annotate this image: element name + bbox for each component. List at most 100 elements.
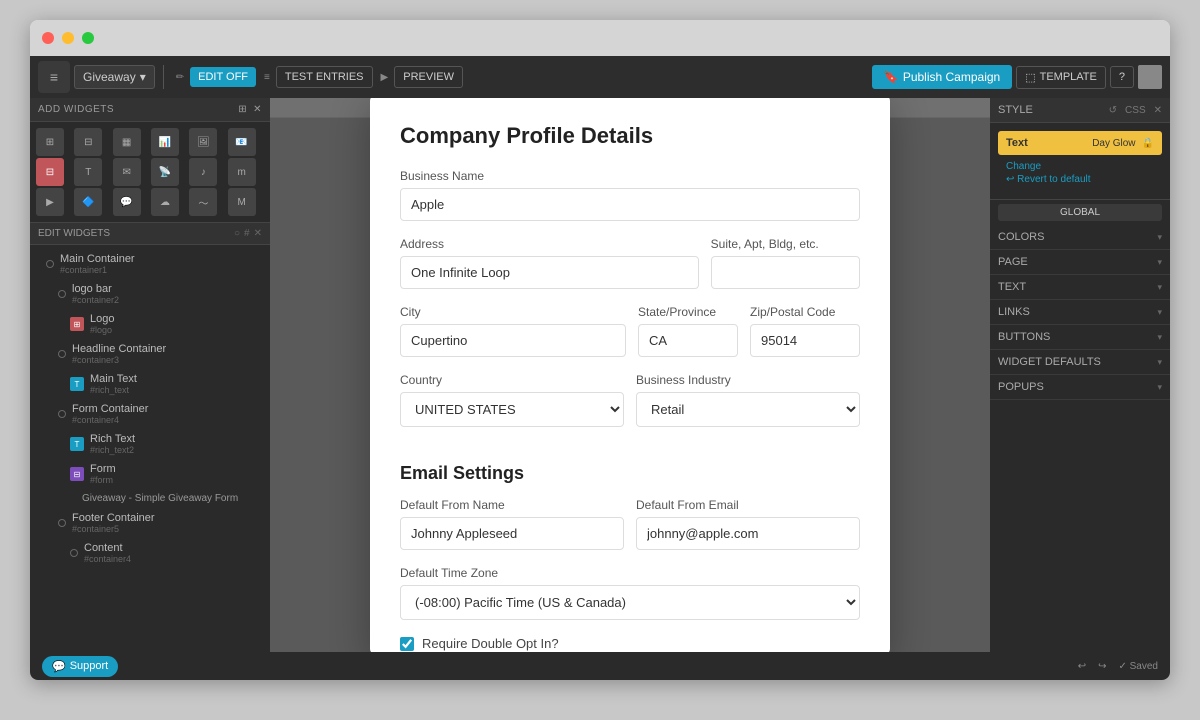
layer-id: #container5 <box>72 524 262 534</box>
text-widget-icon: T <box>70 377 84 391</box>
timezone-select[interactable]: (-08:00) Pacific Time (US & Canada) (-07… <box>400 585 860 620</box>
industry-select[interactable]: Retail Technology Healthcare Finance Edu… <box>636 392 860 427</box>
chevron-down-icon: ▾ <box>140 70 146 84</box>
support-button[interactable]: 💬 Support <box>42 656 118 677</box>
widget-item-form[interactable]: ⊟ <box>36 158 64 186</box>
layer-name: Giveaway - Simple Giveaway Form <box>82 493 262 504</box>
widget-item[interactable]: 🔷 <box>74 188 102 216</box>
text-section[interactable]: TEXT ▾ <box>990 275 1170 300</box>
app-logo[interactable]: ≡ <box>38 61 70 93</box>
layer-name: Form <box>90 463 262 475</box>
page-section[interactable]: PAGE ▾ <box>990 250 1170 275</box>
layer-form-container[interactable]: Form Container #container4 <box>30 399 270 429</box>
layer-main-text[interactable]: T Main Text #rich_text <box>30 369 270 399</box>
layer-form[interactable]: ⊟ Form #form <box>30 459 270 489</box>
layer-info: Form Container #container4 <box>72 403 262 425</box>
modal-title: Company Profile Details <box>400 123 860 149</box>
close-icon[interactable]: ✕ <box>1154 105 1162 116</box>
zip-input[interactable] <box>750 324 860 357</box>
page-label: PAGE <box>998 256 1028 268</box>
state-input[interactable] <box>638 324 738 357</box>
widget-item[interactable]: ▶ <box>36 188 64 216</box>
css-icon[interactable]: CSS <box>1125 105 1146 116</box>
popups-section[interactable]: POPUPS ▾ <box>990 375 1170 400</box>
colors-section[interactable]: COLORS ▾ <box>990 225 1170 250</box>
layer-name: Rich Text <box>90 433 262 445</box>
country-select[interactable]: UNITED STATES CANADA UNITED KINGDOM AUST… <box>400 392 624 427</box>
menu-icon: ≡ <box>50 69 58 85</box>
business-name-label: Business Name <box>400 169 860 183</box>
redo-button[interactable]: ↪ <box>1098 661 1106 672</box>
help-button[interactable]: ? <box>1110 66 1134 88</box>
widget-item[interactable]: 💬 <box>113 188 141 216</box>
from-name-input[interactable] <box>400 517 624 550</box>
timezone-group: Default Time Zone (-08:00) Pacific Time … <box>400 566 860 620</box>
city-input[interactable] <box>400 324 626 357</box>
widget-defaults-section[interactable]: WIDGET DEFAULTS ▾ <box>990 350 1170 375</box>
widget-item[interactable]: 📧 <box>228 128 256 156</box>
widget-item[interactable]: m <box>228 158 256 186</box>
preview-button[interactable]: PREVIEW <box>394 66 463 88</box>
revert-link[interactable]: ↩ Revert to default <box>1006 174 1154 185</box>
widget-item[interactable]: ♪ <box>189 158 217 186</box>
layer-toggle-icon <box>70 549 78 557</box>
template-button[interactable]: ⬚ TEMPLATE <box>1016 66 1106 89</box>
city-state-zip-row: City State/Province Zip/Postal Code <box>400 305 860 373</box>
hash-icon: # <box>244 228 250 239</box>
close-icon[interactable]: ✕ <box>253 104 262 115</box>
layer-info: Form #form <box>90 463 262 485</box>
test-entries-button[interactable]: TEST ENTRIES <box>276 66 373 88</box>
address-input[interactable] <box>400 256 699 289</box>
undo-button[interactable]: ↩ <box>1078 661 1086 672</box>
suite-group: Suite, Apt, Bldg, etc. <box>711 237 860 289</box>
from-name-label: Default From Name <box>400 498 624 512</box>
change-link[interactable]: Change <box>1006 161 1154 172</box>
layer-footer[interactable]: Footer Container #container5 <box>30 508 270 538</box>
widget-item[interactable]: 📡 <box>151 158 179 186</box>
layer-info: Logo #logo <box>90 313 262 335</box>
widget-item[interactable]: ✉ <box>113 158 141 186</box>
global-tab[interactable]: GLOBAL <box>998 204 1162 221</box>
layer-id: #rich_text2 <box>90 445 262 455</box>
layer-id: #container4 <box>84 554 262 564</box>
business-name-input[interactable] <box>400 188 860 221</box>
widget-item[interactable]: T <box>74 158 102 186</box>
support-label: Support <box>70 660 109 672</box>
widget-item[interactable]: ☁ <box>151 188 179 216</box>
maximize-button[interactable] <box>82 32 94 44</box>
edit-off-button[interactable]: EDIT OFF <box>190 67 256 87</box>
layer-toggle-icon <box>58 519 66 527</box>
layer-id: #rich_text <box>90 385 262 395</box>
widget-item[interactable]: ⊞ <box>36 128 64 156</box>
help-icon: ? <box>1119 71 1125 83</box>
layer-headline[interactable]: Headline Container #container3 <box>30 339 270 369</box>
double-optin-checkbox[interactable] <box>400 637 414 651</box>
publish-button[interactable]: 🔖 Publish Campaign <box>872 65 1012 89</box>
grid-icon[interactable]: ⊞ <box>238 104 247 115</box>
widget-item[interactable]: M <box>228 188 256 216</box>
widget-item[interactable]: ▦ <box>113 128 141 156</box>
widget-item[interactable]: 🖼 <box>189 128 217 156</box>
layer-giveaway-form[interactable]: Giveaway - Simple Giveaway Form <box>30 489 270 508</box>
layer-rich-text2[interactable]: T Rich Text #rich_text2 <box>30 429 270 459</box>
bottom-right: ↩ ↪ ✓ Saved <box>1078 661 1158 672</box>
buttons-label: BUTTONS <box>998 331 1050 343</box>
layer-logo[interactable]: ⊞ Logo #logo <box>30 309 270 339</box>
close-button[interactable] <box>42 32 54 44</box>
layer-name: Content <box>84 542 262 554</box>
widget-item[interactable]: ⊟ <box>74 128 102 156</box>
links-section[interactable]: LINKS ▾ <box>990 300 1170 325</box>
layer-main-container[interactable]: Main Container #container1 <box>30 249 270 279</box>
browser-titlebar <box>30 20 1170 56</box>
refresh-icon[interactable]: ↺ <box>1109 105 1117 116</box>
minimize-button[interactable] <box>62 32 74 44</box>
suite-input[interactable] <box>711 256 860 289</box>
buttons-section[interactable]: BUTTONS ▾ <box>990 325 1170 350</box>
zip-group: Zip/Postal Code <box>750 305 860 357</box>
widget-item[interactable]: 〜 <box>189 188 217 216</box>
layer-logo-bar[interactable]: logo bar #container2 <box>30 279 270 309</box>
campaign-dropdown[interactable]: Giveaway ▾ <box>74 65 155 89</box>
from-email-input[interactable] <box>636 517 860 550</box>
layer-content[interactable]: Content #container4 <box>30 538 270 568</box>
widget-item[interactable]: 📊 <box>151 128 179 156</box>
